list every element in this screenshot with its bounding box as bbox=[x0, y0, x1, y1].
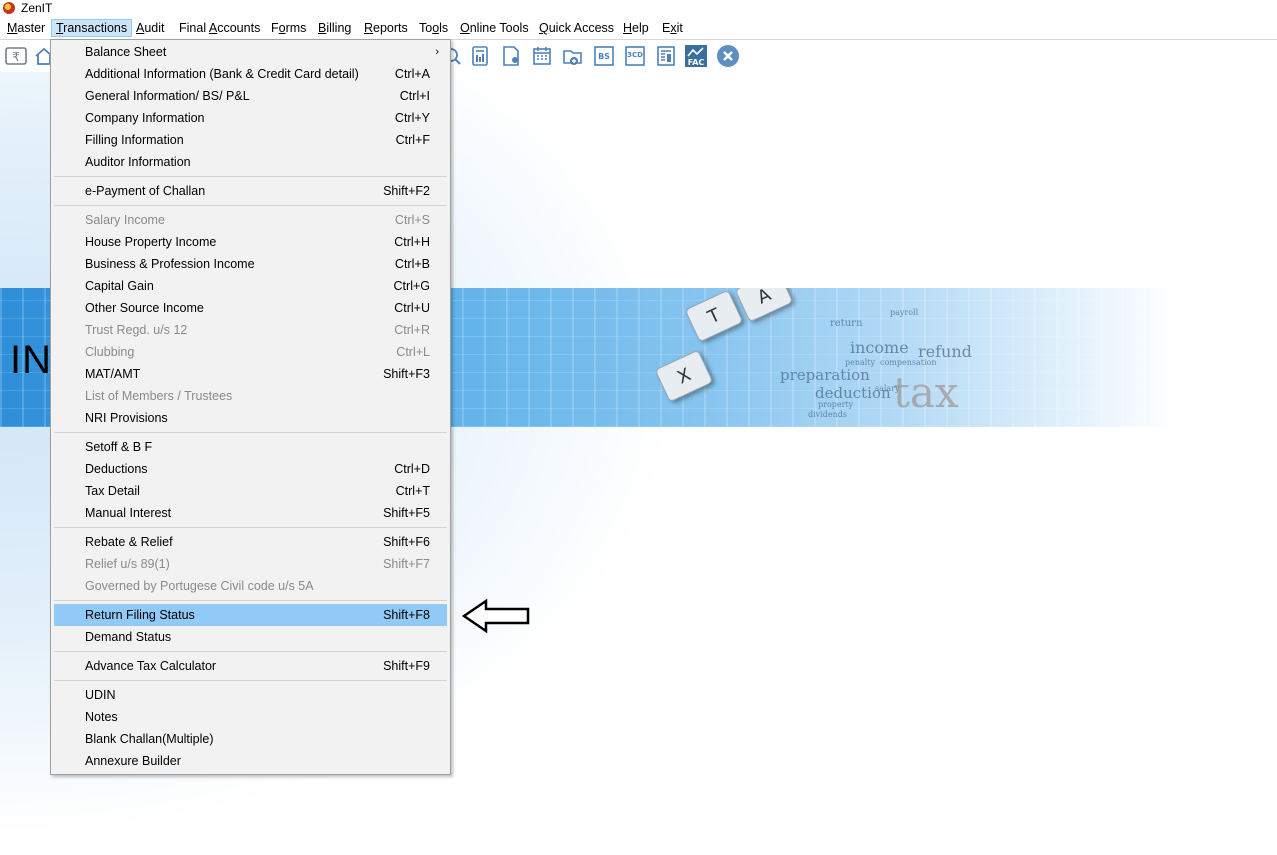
app-logo-icon bbox=[3, 2, 15, 14]
menu-separator bbox=[54, 680, 447, 681]
banner-word: compensation bbox=[880, 358, 937, 367]
menu-item-business-profession-income[interactable]: Business & Profession Income Ctrl+B bbox=[54, 253, 447, 275]
menu-item-balance-sheet[interactable]: Balance Sheet › bbox=[54, 41, 447, 63]
menu-item-company-information[interactable]: Company Information Ctrl+Y bbox=[54, 107, 447, 129]
menu-master[interactable]: Master bbox=[3, 20, 49, 36]
menu-item-tax-detail[interactable]: Tax Detail Ctrl+T bbox=[54, 480, 447, 502]
menu-item-blank-challan[interactable]: Blank Challan(Multiple) bbox=[54, 728, 447, 750]
menu-bar: Master Transactions Audit Final Accounts… bbox=[0, 17, 1277, 40]
banner-word: payroll bbox=[890, 308, 919, 317]
menu-online-tools[interactable]: Online Tools bbox=[456, 20, 533, 36]
menu-audit[interactable]: Audit bbox=[132, 20, 169, 36]
banner-word: salary bbox=[875, 384, 900, 393]
menu-quick-access[interactable]: Quick Access bbox=[535, 20, 618, 36]
svg-text:3CD: 3CD bbox=[627, 51, 643, 59]
menu-exit[interactable]: Exit bbox=[658, 20, 687, 36]
folder-add-icon[interactable] bbox=[561, 44, 585, 68]
menu-item-other-source-income[interactable]: Other Source Income Ctrl+U bbox=[54, 297, 447, 319]
menu-separator bbox=[54, 176, 447, 177]
menu-separator bbox=[54, 527, 447, 528]
menu-item-annexure-builder[interactable]: Annexure Builder bbox=[54, 750, 447, 772]
menu-item-house-property-income[interactable]: House Property Income Ctrl+H bbox=[54, 231, 447, 253]
submenu-arrow-icon: › bbox=[435, 46, 439, 58]
menu-item-capital-gain[interactable]: Capital Gain Ctrl+G bbox=[54, 275, 447, 297]
menu-item-rebate-relief[interactable]: Rebate & Relief Shift+F6 bbox=[54, 531, 447, 553]
menu-item-list-of-members[interactable]: List of Members / Trustees bbox=[54, 385, 447, 407]
menu-item-advance-tax-calculator[interactable]: Advance Tax Calculator Shift+F9 bbox=[54, 655, 447, 677]
banner-word: income bbox=[850, 338, 909, 357]
menu-item-filling-information[interactable]: Filling Information Ctrl+F bbox=[54, 129, 447, 151]
svg-text:₹: ₹ bbox=[12, 50, 20, 64]
menu-reports[interactable]: Reports bbox=[360, 20, 412, 36]
banner-word: tax bbox=[893, 368, 959, 417]
menu-item-trust-regd[interactable]: Trust Regd. u/s 12 Ctrl+R bbox=[54, 319, 447, 341]
transactions-menu: Balance Sheet › Additional Information (… bbox=[50, 39, 451, 775]
menu-item-clubbing[interactable]: Clubbing Ctrl+L bbox=[54, 341, 447, 363]
svg-text:BS: BS bbox=[598, 52, 610, 61]
menu-item-mat-amt[interactable]: MAT/AMT Shift+F3 bbox=[54, 363, 447, 385]
menu-item-additional-information[interactable]: Additional Information (Bank & Credit Ca… bbox=[54, 63, 447, 85]
3cd-icon[interactable]: 3CD bbox=[623, 44, 647, 68]
bs-icon[interactable]: BS bbox=[592, 44, 616, 68]
menu-item-return-filing-status[interactable]: Return Filing Status Shift+F8 bbox=[54, 604, 447, 626]
menu-item-auditor-information[interactable]: Auditor Information bbox=[54, 151, 447, 173]
calendar-icon[interactable] bbox=[530, 44, 554, 68]
title-bar: ZenIT bbox=[0, 0, 1277, 17]
menu-item-e-payment-of-challan[interactable]: e-Payment of Challan Shift+F2 bbox=[54, 180, 447, 202]
banner-word: return bbox=[830, 318, 863, 329]
menu-forms[interactable]: Forms bbox=[267, 20, 310, 36]
menu-separator bbox=[54, 651, 447, 652]
banner-word: preparation bbox=[780, 366, 870, 384]
menu-item-nri-provisions[interactable]: NRI Provisions bbox=[54, 407, 447, 429]
menu-tools[interactable]: Tools bbox=[415, 20, 452, 36]
rupee-icon[interactable]: ₹ bbox=[4, 44, 28, 68]
menu-billing[interactable]: Billing bbox=[314, 20, 355, 36]
fac-icon[interactable]: FAC bbox=[684, 44, 708, 68]
window-title: ZenIT bbox=[21, 1, 53, 15]
menu-item-salary-income[interactable]: Salary Income Ctrl+S bbox=[54, 209, 447, 231]
menu-final-accounts[interactable]: Final Accounts bbox=[175, 20, 264, 36]
menu-item-relief-89[interactable]: Relief u/s 89(1) Shift+F7 bbox=[54, 553, 447, 575]
menu-item-general-information[interactable]: General Information/ BS/ P&L Ctrl+I bbox=[54, 85, 447, 107]
menu-item-portugese-civil-code[interactable]: Governed by Portugese Civil code u/s 5A bbox=[54, 575, 447, 597]
menu-transactions[interactable]: Transactions bbox=[51, 19, 133, 37]
banner-word: penalty bbox=[845, 358, 876, 367]
menu-item-demand-status[interactable]: Demand Status bbox=[54, 626, 447, 648]
menu-separator bbox=[54, 600, 447, 601]
menu-item-notes[interactable]: Notes bbox=[54, 706, 447, 728]
menu-separator bbox=[54, 432, 447, 433]
menu-item-setoff-bf[interactable]: Setoff & B F bbox=[54, 436, 447, 458]
menu-item-udin[interactable]: UDIN bbox=[54, 684, 447, 706]
left-arrow-icon bbox=[462, 598, 530, 634]
close-circle-icon[interactable] bbox=[716, 44, 740, 68]
svg-text:FAC: FAC bbox=[688, 58, 705, 67]
user-document-icon[interactable] bbox=[499, 44, 523, 68]
calculator-icon[interactable] bbox=[468, 44, 492, 68]
menu-item-deductions[interactable]: Deductions Ctrl+D bbox=[54, 458, 447, 480]
banner-word: dividends bbox=[808, 410, 847, 419]
menu-help[interactable]: Help bbox=[619, 20, 653, 36]
banner-word: property bbox=[818, 400, 854, 409]
report-icon[interactable] bbox=[654, 44, 678, 68]
menu-item-manual-interest[interactable]: Manual Interest Shift+F5 bbox=[54, 502, 447, 524]
menu-separator bbox=[54, 205, 447, 206]
